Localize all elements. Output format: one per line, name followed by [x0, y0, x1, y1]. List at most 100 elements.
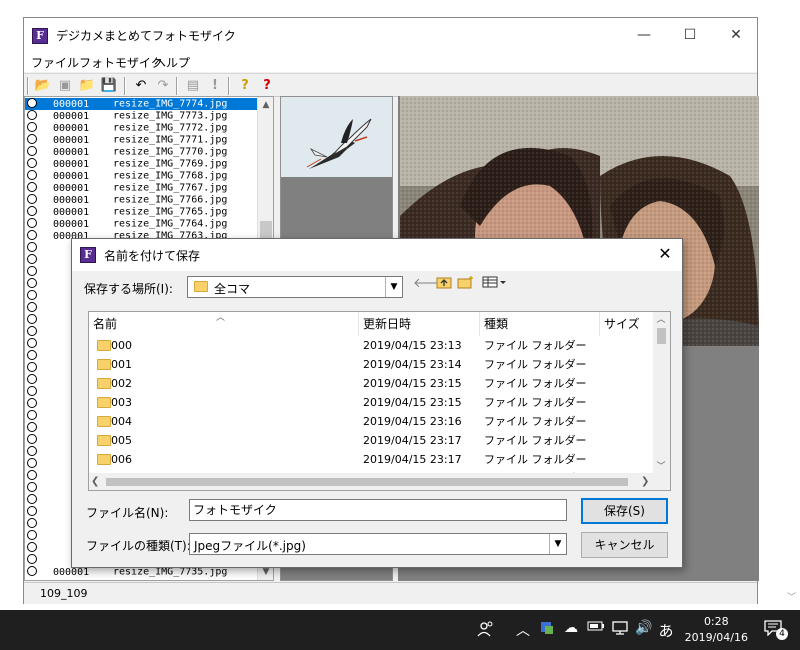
list-icon[interactable]: ▤ — [184, 77, 202, 95]
minimize-button[interactable]: — — [621, 18, 667, 52]
title-bar[interactable]: F デジカメまとめてフォトモザイク — ☐ ✕ — [24, 18, 757, 52]
folder-icon[interactable]: 📁 — [78, 77, 96, 95]
menu-photomosaic[interactable]: フォトモザイク — [79, 54, 163, 71]
menu-help[interactable]: ヘルプ — [154, 54, 190, 71]
radio-icon — [27, 194, 37, 204]
chevron-down-icon[interactable]: ▼ — [549, 534, 566, 554]
menu-file[interactable]: ファイル — [31, 54, 79, 71]
toolbar-separator — [176, 77, 178, 95]
column-type[interactable]: 種類 — [480, 312, 600, 336]
filetype-label: ファイルの種類(T): — [86, 539, 191, 553]
scroll-up-icon[interactable]: ▲ — [258, 97, 273, 113]
help-icon[interactable]: ? — [236, 77, 254, 95]
column-size[interactable]: サイズ — [600, 312, 655, 336]
save-in-dropdown[interactable]: 全コマ ▼ — [187, 276, 403, 298]
list-item[interactable]: 000001 resize_IMG_7769.jpg — [25, 158, 259, 170]
volume-icon[interactable]: 🔊 — [634, 620, 654, 636]
radio-icon — [27, 446, 37, 456]
notification-center-icon[interactable]: 4 — [764, 620, 788, 640]
scroll-thumb[interactable] — [657, 328, 666, 344]
list-item[interactable]: 000001 resize_IMG_7774.jpg — [25, 98, 259, 110]
undo-icon[interactable]: ↶ — [132, 77, 150, 95]
battery-icon[interactable] — [586, 620, 606, 636]
radio-icon — [27, 98, 37, 108]
dialog-app-icon: F — [80, 247, 96, 263]
list-item[interactable]: 000001 resize_IMG_7767.jpg — [25, 182, 259, 194]
new-folder-icon[interactable] — [457, 275, 475, 293]
list-item[interactable]: 000001 resize_IMG_7771.jpg — [25, 134, 259, 146]
file-row[interactable]: 005 2019/04/15 23:17 ファイル フォルダー — [89, 431, 655, 450]
file-row[interactable]: 000 2019/04/15 23:13 ファイル フォルダー — [89, 336, 655, 355]
list-item[interactable]: 000001 resize_IMG_7764.jpg — [25, 218, 259, 230]
filename-field[interactable]: フォトモザイク — [189, 499, 567, 521]
radio-icon — [27, 494, 37, 504]
save-icon[interactable]: 💾 — [100, 77, 118, 95]
list-item[interactable]: 000001 resize_IMG_7773.jpg — [25, 110, 259, 122]
file-pane-hscrollbar[interactable]: ❮ ❯ — [89, 473, 670, 490]
help-icon-red[interactable]: ? — [258, 77, 276, 95]
chevron-down-icon[interactable]: ▼ — [385, 277, 402, 297]
cancel-button[interactable]: キャンセル — [581, 532, 668, 558]
back-icon[interactable]: 🡐 — [413, 275, 448, 293]
radio-icon — [27, 518, 37, 528]
exclamation-icon[interactable]: ! — [206, 77, 224, 95]
save-in-value: 全コマ — [214, 282, 251, 296]
file-row[interactable]: 003 2019/04/15 23:15 ファイル フォルダー — [89, 393, 655, 412]
folder-icon — [97, 359, 111, 370]
security-icon[interactable] — [537, 620, 557, 640]
ime-indicator[interactable]: あ — [656, 620, 676, 641]
radio-icon — [27, 530, 37, 540]
toolbar-separator — [124, 77, 126, 95]
filetype-dropdown[interactable]: Jpegファイル(*.jpg) ▼ — [189, 533, 567, 555]
scroll-right-icon[interactable]: ❯ — [641, 473, 649, 490]
file-pane-vscrollbar[interactable]: ︿ ﹀ — [653, 312, 670, 475]
radio-icon — [27, 266, 37, 276]
desktop-scrollbar[interactable]: ﹀ — [786, 0, 800, 610]
radio-icon — [27, 506, 37, 516]
file-row[interactable]: 004 2019/04/15 23:16 ファイル フォルダー — [89, 412, 655, 431]
file-row[interactable]: 002 2019/04/15 23:15 ファイル フォルダー — [89, 374, 655, 393]
folder-icon — [97, 416, 111, 427]
stork-thumbnail[interactable] — [281, 97, 392, 177]
save-button[interactable]: 保存(S) — [581, 498, 668, 524]
radio-icon — [27, 158, 37, 168]
open-folder-icon[interactable]: 📂 — [34, 77, 52, 95]
list-item[interactable]: 000001 resize_IMG_7765.jpg — [25, 206, 259, 218]
radio-icon — [27, 554, 37, 564]
maximize-button[interactable]: ☐ — [667, 18, 713, 52]
image-icon[interactable]: ▣ — [56, 77, 74, 95]
scroll-thumb[interactable] — [106, 478, 628, 486]
radio-icon — [27, 350, 37, 360]
folder-icon — [194, 281, 208, 292]
file-row[interactable]: 006 2019/04/15 23:17 ファイル フォルダー — [89, 450, 655, 469]
onedrive-icon[interactable]: ☁ — [561, 620, 581, 636]
network-icon[interactable] — [610, 620, 630, 640]
radio-icon — [27, 290, 37, 300]
list-item[interactable]: 000001 resize_IMG_7768.jpg — [25, 170, 259, 182]
radio-icon — [27, 566, 37, 576]
file-browser-pane[interactable]: 名前 ︿ 更新日時 種類 サイズ 000 2019/04/15 23:13 ファイル… — [88, 311, 671, 491]
scroll-left-icon[interactable]: ❮ — [91, 473, 99, 490]
list-item[interactable]: 000001 resize_IMG_7766.jpg — [25, 194, 259, 206]
clock[interactable]: 0:28 2019/04/16 — [685, 614, 748, 646]
list-item[interactable]: 000001 resize_IMG_7772.jpg — [25, 122, 259, 134]
close-button[interactable]: ✕ — [713, 18, 759, 52]
file-row[interactable]: 001 2019/04/15 23:14 ファイル フォルダー — [89, 355, 655, 374]
up-folder-icon[interactable] — [435, 275, 453, 293]
chevron-up-icon[interactable]: ︿ — [513, 620, 533, 640]
scroll-down-icon[interactable]: ﹀ — [787, 590, 796, 603]
scroll-up-icon[interactable]: ︿ — [653, 312, 669, 328]
column-date[interactable]: 更新日時 — [359, 312, 480, 336]
redo-icon[interactable]: ↷ — [154, 77, 172, 95]
list-item[interactable]: 000001 resize_IMG_7770.jpg — [25, 146, 259, 158]
dialog-close-button[interactable]: ✕ — [654, 243, 676, 265]
view-menu-icon[interactable] — [481, 275, 509, 293]
toolbar-separator — [27, 77, 29, 95]
radio-icon — [27, 362, 37, 372]
people-icon[interactable] — [476, 620, 496, 642]
dialog-title: 名前を付けて保存 — [104, 249, 201, 263]
dialog-title-bar[interactable]: F 名前を付けて保存 ✕ — [72, 239, 682, 271]
save-as-dialog: F 名前を付けて保存 ✕ 保存する場所(I): 全コマ ▼ 🡐 名前 ︿ 更新日… — [71, 238, 683, 568]
toolbar: 📂 ▣ 📁 💾 ↶ ↷ ▤ ! ? ? — [24, 73, 757, 97]
status-text: 109_109 — [40, 587, 88, 600]
